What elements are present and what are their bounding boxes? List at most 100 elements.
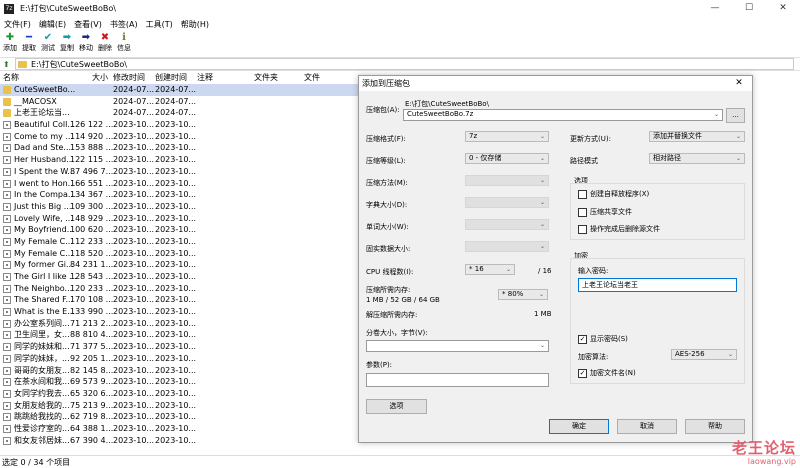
- split-size-select[interactable]: ⌄: [366, 340, 549, 352]
- column-comment[interactable]: 注释: [197, 72, 213, 84]
- file-row[interactable]: The Girl I like ... 128 543 ... 2023-10...…: [0, 271, 360, 283]
- file-created: 2023-10...: [155, 178, 197, 188]
- encryption-method-select[interactable]: AES-256 ⌄: [671, 349, 737, 360]
- file-row[interactable]: 性爱诊疗室的... 64 388 1... 2023-10... 2023-10...: [0, 423, 360, 435]
- column-name[interactable]: 名称: [3, 72, 19, 84]
- toolbar-button-1[interactable]: ━ 提取: [20, 31, 38, 57]
- file-size: 75 213 9...: [70, 400, 114, 410]
- show-password-checkbox[interactable]: ✓ 显示密码(S): [578, 334, 628, 344]
- file-name: 在茶水间和我...: [14, 377, 70, 387]
- up-folder-icon[interactable]: ⬆: [3, 60, 13, 69]
- file-modified: 2023-10...: [113, 190, 155, 200]
- menu-bookmarks[interactable]: 书签(A): [106, 19, 142, 30]
- file-row[interactable]: 女同学约我去... 65 320 6... 2023-10... 2023-10...: [0, 388, 360, 400]
- toolbar-button-0[interactable]: ✚ 添加: [1, 31, 19, 57]
- maximize-button[interactable]: ☐: [732, 0, 766, 17]
- file-row[interactable]: Just this Big ... 109 300 ... 2023-10... 20…: [0, 201, 360, 213]
- file-row[interactable]: 同学的妹妹，... 92 205 1... 2023-10... 2023-10...: [0, 353, 360, 365]
- update-mode-select[interactable]: 添加并替换文件 ⌄: [649, 131, 745, 142]
- file-created: 2023-10...: [155, 248, 197, 258]
- file-created: 2023-10...: [155, 388, 197, 398]
- close-button[interactable]: ✕: [766, 0, 800, 17]
- toolbar-button-5[interactable]: ✖ 删除: [96, 31, 114, 57]
- dialog-close-button[interactable]: ✕: [726, 76, 752, 91]
- file-row[interactable]: My former Gi... 84 231 1... 2023-10... 2023…: [0, 259, 360, 271]
- file-row[interactable]: My Boyfriend... 100 620 ... 2023-10... 2023…: [0, 224, 360, 236]
- file-row[interactable]: 和女友邻居妹... 67 390 4... 2023-10... 2023-10...: [0, 435, 360, 447]
- file-row[interactable]: 上老王论坛当... 2024-07... 2024-07...: [0, 107, 360, 119]
- browse-button[interactable]: ...: [726, 108, 745, 123]
- menu-tools[interactable]: 工具(T): [142, 19, 177, 30]
- encrypt-names-box: ✓: [578, 368, 587, 378]
- column-files[interactable]: 文件: [304, 72, 320, 84]
- toolbar-button-6[interactable]: ℹ 信息: [115, 31, 133, 57]
- file-list[interactable]: CuteSweetBo... 2024-07... 2024-07... __MACO…: [0, 84, 360, 454]
- toolbar-label: 删除: [98, 44, 112, 52]
- column-folders[interactable]: 文件夹: [254, 72, 278, 84]
- file-list-header: 名称 大小 修改时间 创建时间 注释 文件夹 文件: [0, 72, 360, 84]
- app-icon: 7z: [4, 3, 14, 14]
- file-row[interactable]: 同学的妹妹和... 71 377 5... 2023-10... 2023-10...: [0, 341, 360, 353]
- file-modified: 2023-10...: [113, 388, 155, 398]
- shared-files-checkbox[interactable]: 压缩共享文件: [578, 207, 632, 217]
- file-row[interactable]: Her Husband... 122 115 ... 2023-10... 2023-…: [0, 154, 360, 166]
- options-button[interactable]: 选项: [366, 399, 427, 414]
- toolbar-button-2[interactable]: ✔ 测试: [39, 31, 57, 57]
- column-size[interactable]: 大小: [92, 72, 108, 84]
- password-input[interactable]: 上老王论坛当老王: [578, 278, 737, 292]
- file-row[interactable]: 办公室系列间... 71 213 2... 2023-10... 2023-10...: [0, 318, 360, 330]
- format-select[interactable]: 7z ⌄: [465, 131, 549, 142]
- file-row[interactable]: 哥哥的女朋友... 82 145 8... 2023-10... 2023-10...: [0, 365, 360, 377]
- file-row[interactable]: 女朋友给我的... 75 213 9... 2023-10... 2023-10...: [0, 400, 360, 412]
- path-mode-select[interactable]: 相对路径 ⌄: [649, 153, 745, 164]
- file-row[interactable]: The Shared F... 170 108 ... 2023-10... 2023…: [0, 294, 360, 306]
- threads-select[interactable]: * 16 ⌄: [465, 264, 515, 275]
- file-row[interactable]: 跳跳给我找的... 62 719 8... 2023-10... 2023-10...: [0, 411, 360, 423]
- file-name: Dad and Ste...: [14, 143, 72, 153]
- file-size: 126 122 ...: [70, 120, 114, 130]
- file-icon: [3, 378, 11, 387]
- file-row[interactable]: I went to Hon... 166 551 ... 2023-10... 202…: [0, 178, 360, 190]
- delete-after-checkbox[interactable]: 操作完成后删除源文件: [578, 224, 660, 234]
- toolbar-button-3[interactable]: ➡ 复制: [58, 31, 76, 57]
- file-row[interactable]: Come to my ... 114 920 ... 2023-10... 2023-…: [0, 131, 360, 143]
- file-row[interactable]: 在茶水间和我... 69 573 9... 2023-10... 2023-10...: [0, 376, 360, 388]
- column-modified[interactable]: 修改时间: [113, 72, 145, 84]
- toolbar-button-4[interactable]: ➡ 移动: [77, 31, 95, 57]
- menu-help[interactable]: 帮助(H): [177, 19, 213, 30]
- level-select[interactable]: 0 - 仅存储 ⌄: [465, 153, 549, 164]
- memory-percent-select[interactable]: * 80% ⌄: [498, 289, 548, 300]
- file-row[interactable]: My Female C... 118 520 ... 2023-10... 2023-…: [0, 248, 360, 260]
- file-icon: [3, 132, 11, 141]
- file-row[interactable]: CuteSweetBo... 2024-07... 2024-07...: [0, 84, 360, 96]
- file-row[interactable]: Lovely Wife, ... 148 929 ... 2023-10... 202…: [0, 213, 360, 225]
- archive-name-input[interactable]: CuteSweetBoBo.7z ⌄: [403, 109, 723, 121]
- minimize-button[interactable]: —: [698, 0, 732, 17]
- file-size: 82 145 8...: [70, 365, 114, 375]
- file-modified: 2023-10...: [113, 307, 155, 317]
- file-modified: 2023-10...: [113, 225, 155, 235]
- file-icon: [3, 366, 11, 375]
- menu-edit[interactable]: 编辑(E): [35, 19, 70, 30]
- menu-view[interactable]: 查看(V): [70, 19, 106, 30]
- column-created[interactable]: 创建时间: [155, 72, 187, 84]
- file-row[interactable]: I Spent the W... 87 496 7... 2023-10... 202…: [0, 166, 360, 178]
- file-created: 2023-10...: [155, 143, 197, 153]
- file-row[interactable]: Beautiful Coll... 126 122 ... 2023-10... 20…: [0, 119, 360, 131]
- file-row[interactable]: Dad and Ste... 153 888 ... 2023-10... 2023-…: [0, 142, 360, 154]
- file-created: 2023-10...: [155, 365, 197, 375]
- help-button[interactable]: 帮助: [685, 419, 745, 434]
- file-row[interactable]: What is the E... 133 990 ... 2023-10... 202…: [0, 306, 360, 318]
- file-row[interactable]: In the Compa... 134 367 ... 2023-10... 2023…: [0, 189, 360, 201]
- create-sfx-checkbox[interactable]: 创建自释放程序(X): [578, 189, 649, 199]
- ok-button[interactable]: 确定: [549, 419, 609, 434]
- file-row[interactable]: __MACOSX 2024-07... 2024-07...: [0, 96, 360, 108]
- menu-file[interactable]: 文件(F): [0, 19, 35, 30]
- encrypt-filenames-checkbox[interactable]: ✓ 加密文件名(N): [578, 368, 636, 378]
- cancel-button[interactable]: 取消: [617, 419, 677, 434]
- file-row[interactable]: 卫生间里，女... 88 810 4... 2023-10... 2023-10...: [0, 329, 360, 341]
- parameters-input[interactable]: [366, 373, 549, 387]
- file-row[interactable]: My Female C... 112 233 ... 2023-10... 2023-…: [0, 236, 360, 248]
- address-field[interactable]: E:\打包\CuteSweetBoBo\: [15, 58, 794, 70]
- file-row[interactable]: The Neighbo... 120 233 ... 2023-10... 2023-…: [0, 283, 360, 295]
